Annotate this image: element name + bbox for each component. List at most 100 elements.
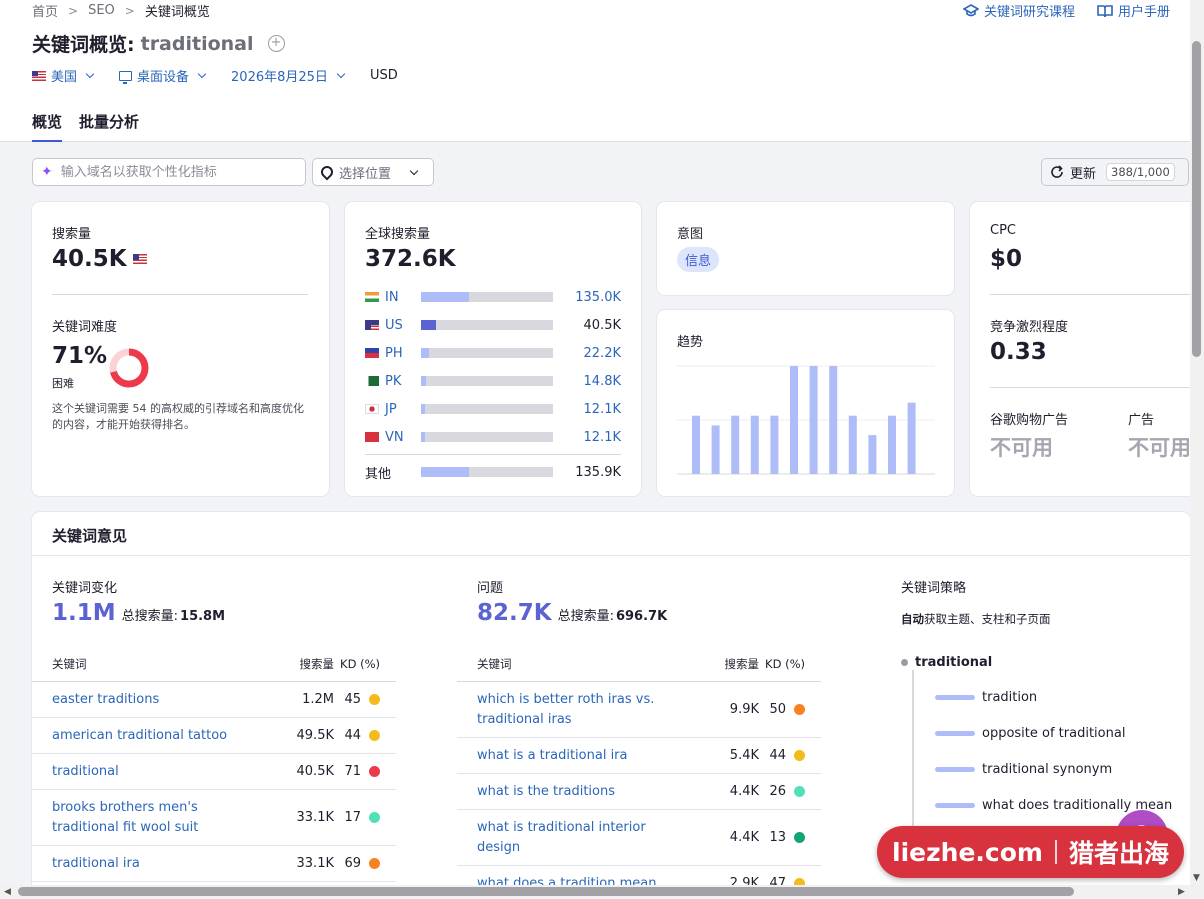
scroll-right-arrow-icon[interactable]: ▶ (1178, 887, 1185, 897)
ads-label: 广告 (1128, 413, 1155, 428)
country-code[interactable]: IN (385, 290, 421, 305)
col-volume-header: 搜索量 (299, 656, 335, 671)
keyword-kd: 45 (334, 692, 396, 707)
country-value[interactable]: 135.0K (553, 290, 621, 305)
tree-item-label: tradition (982, 690, 1038, 705)
volume-value-row: 40.5K (52, 246, 147, 272)
country-bar (421, 432, 553, 442)
country-code[interactable]: JP (385, 402, 421, 417)
domain-input[interactable] (60, 164, 281, 180)
keyword-volume: 4.4K (729, 830, 759, 845)
location-pin-icon (318, 163, 336, 181)
device-dropdown[interactable]: 桌面设备 (119, 66, 207, 85)
breadcrumb-home[interactable]: 首页 (32, 1, 58, 20)
location-select[interactable]: 选择位置 (312, 158, 434, 186)
horizontal-scrollbar-thumb[interactable] (18, 887, 1074, 896)
country-row-other: 其他 135.9K (365, 462, 621, 482)
kd-dot-icon (794, 786, 805, 797)
table-row: what is a traditional ira 5.4K 44 (457, 738, 821, 774)
col-keyword-header: 关键词 (52, 656, 87, 671)
table-header: 关键词 搜索量 KD (%) (32, 646, 396, 682)
kd-number: 69 (344, 856, 361, 871)
country-other-bar (421, 467, 553, 477)
country-value[interactable]: 22.2K (553, 346, 621, 361)
keyword-link[interactable]: which is better roth iras vs. traditiona… (477, 690, 699, 730)
vn-flag-icon (365, 432, 379, 442)
course-link[interactable]: 关键词研究课程 (962, 1, 1075, 20)
in-flag-icon (365, 292, 379, 302)
country-value[interactable]: 12.1K (553, 430, 621, 445)
refresh-button[interactable]: 更新 388/1,000 (1041, 158, 1189, 186)
keyword-volume: 5.4K (729, 748, 759, 763)
keyword-link[interactable]: brooks brothers men's traditional fit wo… (52, 798, 274, 838)
keyword-link[interactable]: what is a traditional ira (477, 746, 699, 766)
strategy-title: 关键词策略 (901, 581, 967, 596)
kd-note: 这个关键词需要 54 的高权威的引荐域名和高度优化的内容，才能开始获得排名。 (52, 402, 304, 431)
kd-number: 13 (769, 830, 786, 845)
table-row: american traditional tattoo 49.5K 44 (32, 718, 396, 754)
kd-level: 困难 (52, 377, 74, 390)
country-value[interactable]: 12.1K (553, 402, 621, 417)
graduation-cap-icon (962, 3, 979, 16)
tab-overview[interactable]: 概览 (32, 111, 63, 142)
tree-item-bar (935, 731, 975, 736)
variations-count[interactable]: 1.1M (52, 600, 116, 626)
trend-bar (790, 366, 798, 474)
country-value[interactable]: 14.8K (553, 374, 621, 389)
watermark-right: 猎者出海 (1068, 839, 1169, 868)
strategy-tree-item[interactable]: opposite of traditional (935, 726, 1125, 741)
keyword-link[interactable]: american traditional tattoo (52, 726, 274, 746)
keyword-link[interactable]: traditional (52, 762, 274, 782)
questions-count[interactable]: 82.7K (477, 600, 552, 626)
country-code[interactable]: VN (385, 430, 421, 445)
keyword-link[interactable]: easter traditions (52, 690, 274, 710)
country-bar (421, 376, 553, 386)
manual-link-label: 用户手册 (1117, 5, 1170, 20)
scroll-left-arrow-icon[interactable]: ◀ (4, 887, 11, 897)
strategy-tree-item[interactable]: tradition (935, 690, 1037, 705)
kd-dot-icon (369, 730, 380, 741)
keyword-link[interactable]: what is the traditions (477, 782, 699, 802)
table-row: traditional ira 33.1K 69 (32, 846, 396, 882)
keyword-link[interactable]: what is traditional interior design (477, 818, 699, 858)
questions-total-label: 总搜索量: (557, 609, 614, 624)
ph-flag-icon (365, 348, 379, 358)
scroll-down-arrow-icon[interactable]: ▼ (1193, 873, 1200, 883)
kd-dot-icon (794, 832, 805, 843)
volume-card: 搜索量 40.5K 关键词难度 71% 困难 这个关键词需要 54 的高权威的引… (32, 202, 329, 496)
country-code[interactable]: US (385, 318, 421, 333)
col-kd-header: KD (%) (340, 656, 380, 671)
add-to-list-icon[interactable]: + (267, 35, 285, 52)
country-code[interactable]: PH (385, 346, 421, 361)
country-value: 40.5K (583, 317, 621, 333)
trend-bar (829, 366, 838, 474)
watermark-left: liezhe.com (892, 837, 1043, 867)
manual-link[interactable]: 用户手册 (1097, 1, 1170, 20)
country-dropdown[interactable]: 美国 (32, 66, 95, 85)
trend-chart (677, 365, 935, 475)
chevron-down-icon (336, 69, 346, 79)
strategy-root[interactable]: traditional (901, 655, 992, 670)
breadcrumb-seo[interactable]: SEO (88, 3, 115, 18)
keyword-link[interactable]: traditional ira (52, 854, 274, 874)
variations-summary: 1.1M 总搜索量: 15.8M (52, 600, 225, 626)
strategy-tree-item[interactable]: traditional synonym (935, 762, 1112, 777)
keyword-kd: 17 (334, 810, 396, 825)
trend-bar (770, 415, 779, 474)
country-code[interactable]: PK (385, 374, 421, 389)
vertical-scrollbar-thumb[interactable] (1192, 41, 1201, 357)
keyword-volume: 33.1K (296, 810, 334, 825)
date-dropdown[interactable]: 2026年8月25日 (231, 66, 346, 85)
refresh-icon (1051, 165, 1063, 178)
trend-bar (750, 415, 759, 474)
keyword-volume: 4.4K (729, 784, 759, 799)
tab-bulk-analysis[interactable]: 批量分析 (79, 111, 139, 142)
keyword-kd: 50 (759, 702, 821, 717)
trend-bar (711, 425, 720, 474)
ads-value: 不可用 (1128, 436, 1191, 460)
breadcrumb-separator: > (68, 3, 79, 18)
kd-number: 50 (769, 702, 786, 717)
country-bar-fill (421, 432, 425, 442)
table-row: what is traditional interior design 4.4K 1… (457, 810, 821, 866)
keyword-volume: 9.9K (729, 702, 759, 717)
